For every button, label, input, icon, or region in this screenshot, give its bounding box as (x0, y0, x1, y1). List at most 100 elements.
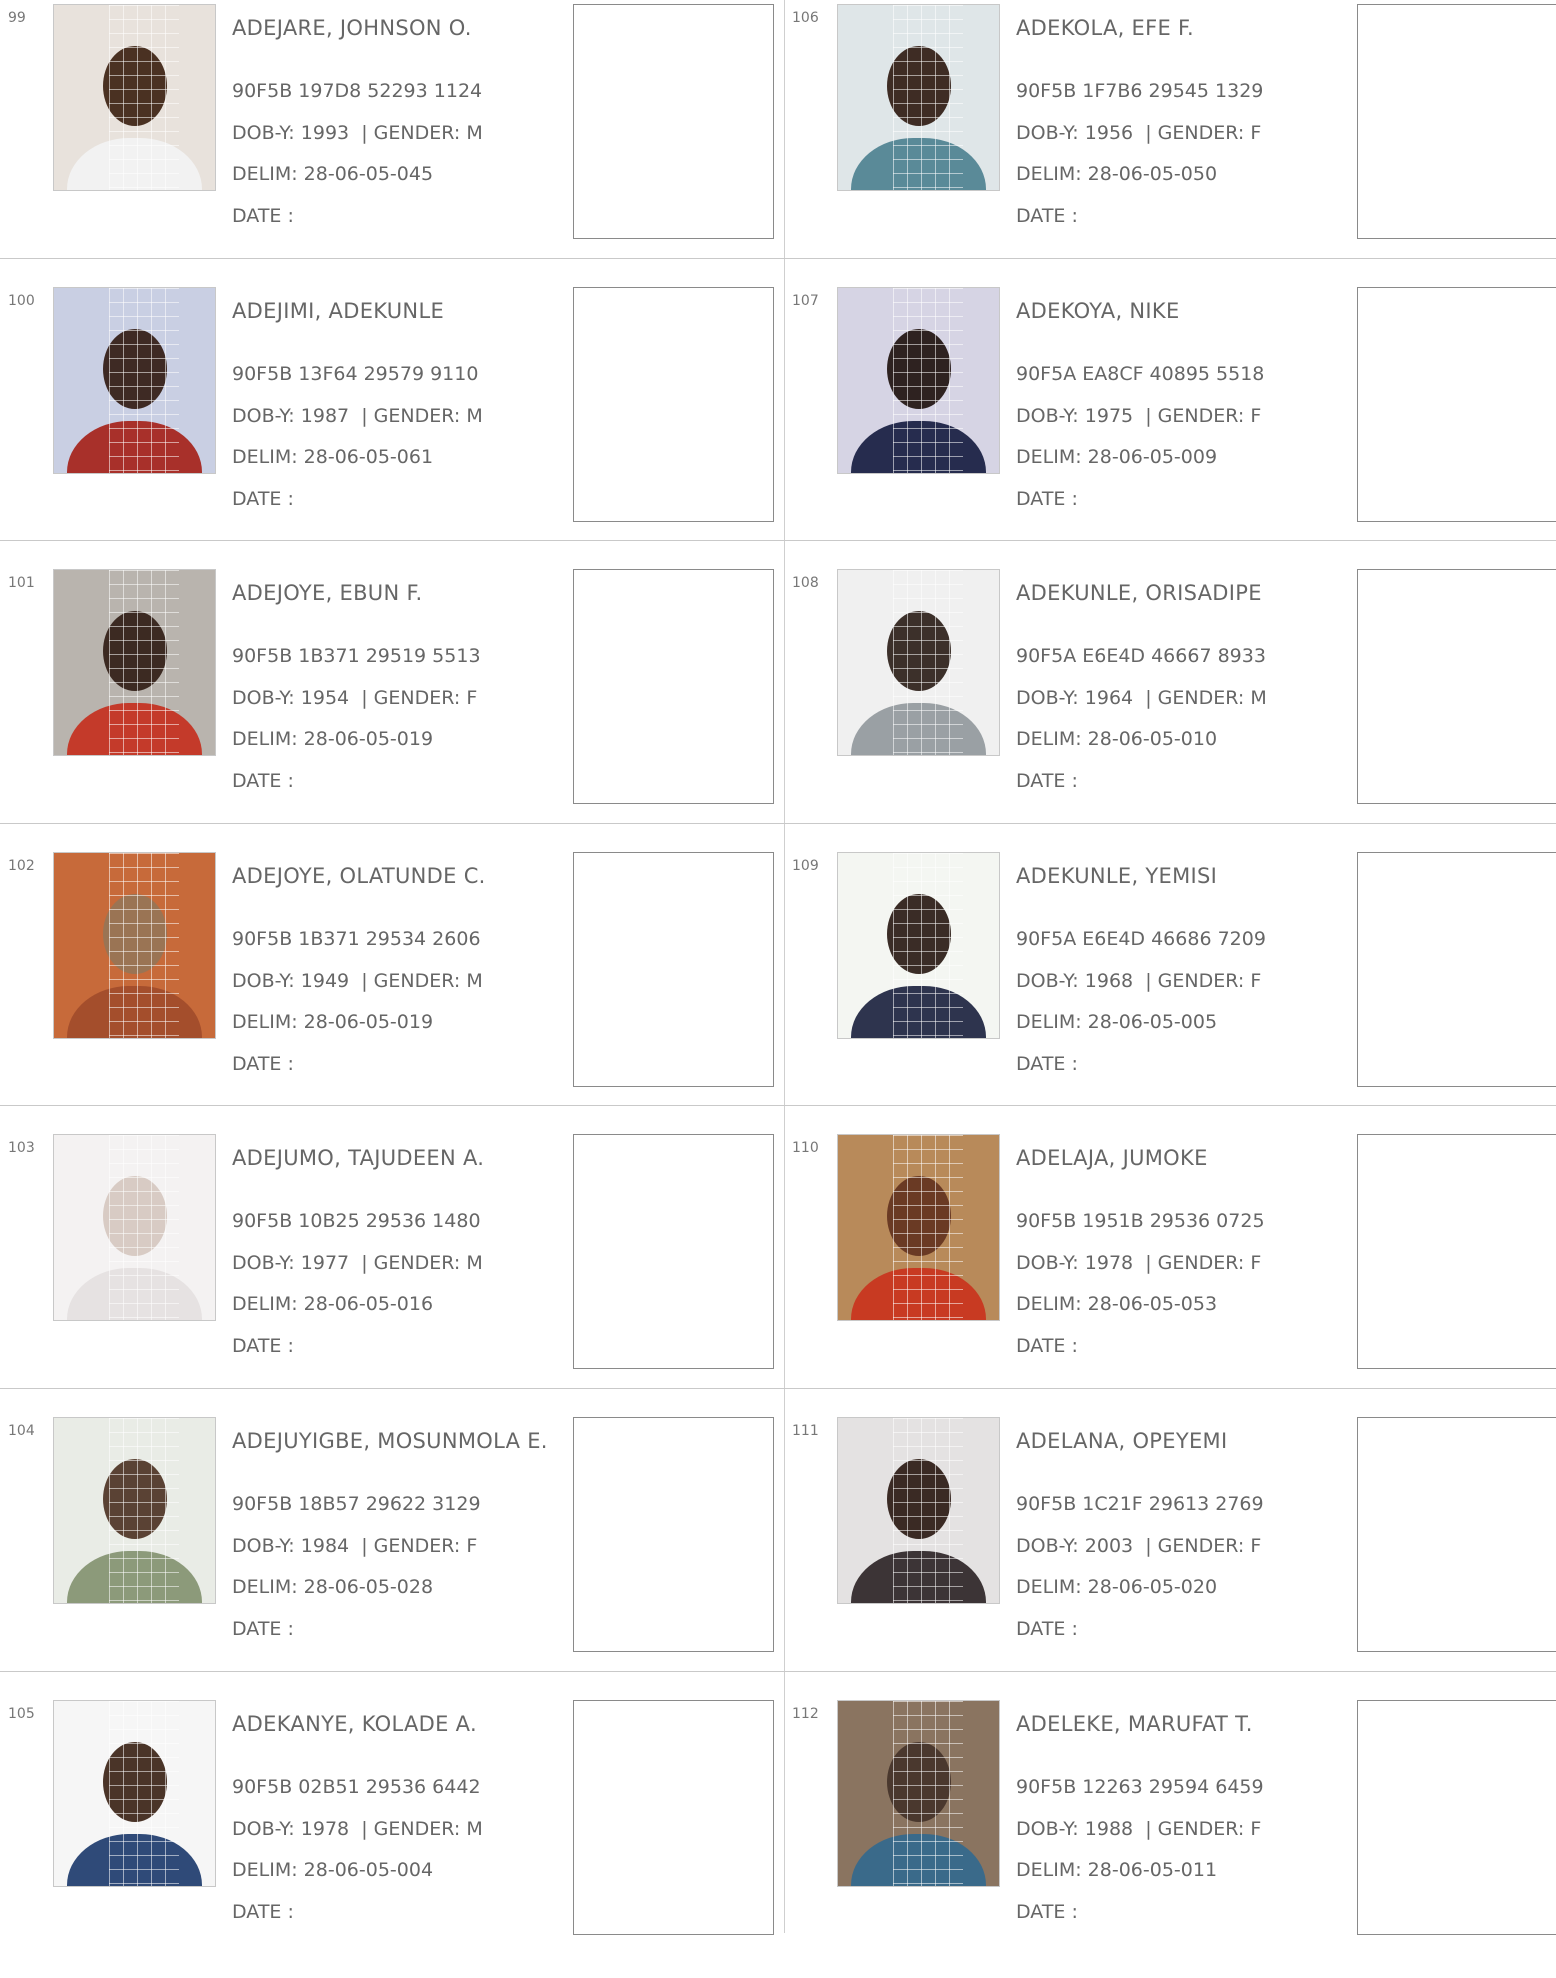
photo-grid-overlay (893, 570, 963, 755)
date-label: DATE : (1016, 1618, 1078, 1640)
dob-label: DOB-Y: (232, 405, 295, 427)
delim-label: DELIM: (1016, 728, 1082, 750)
voter-name: ADEKOLA, EFE F. (1016, 16, 1195, 40)
voter-entry: 107 ADEKOYA, NIKE 90F5A EA8CF 40895 5518 DO… (784, 283, 1556, 565)
voter-vin: 90F5B 12263 29594 6459 (1016, 1776, 1264, 1798)
delim-label: DELIM: (232, 1293, 298, 1315)
dob-year: 1988 (1084, 1818, 1134, 1840)
voter-name: ADELEKE, MARUFAT T. (1016, 1712, 1253, 1736)
delim-label: DELIM: (232, 163, 298, 185)
date-label: DATE : (1016, 770, 1078, 792)
dob-label: DOB-Y: (1016, 122, 1079, 144)
voter-vin: 90F5B 18B57 29622 3129 (232, 1493, 481, 1515)
voter-photo (837, 1700, 1000, 1887)
delim-label: DELIM: (232, 728, 298, 750)
voter-entry: 102 ADEJOYE, OLATUNDE C. 90F5B 1B371 29534… (0, 848, 778, 1130)
dob-gender-line: DOB-Y: 1954 | GENDER: F (232, 687, 477, 709)
voter-name: ADEJOYE, OLATUNDE C. (232, 864, 486, 888)
gender-value: M (466, 1252, 483, 1274)
date-label: DATE : (232, 770, 294, 792)
voter-entry: 108 ADEKUNLE, ORISADIPE 90F5A E6E4D 46667 … (784, 565, 1556, 847)
delim-line: DELIM: 28-06-05-010 (1016, 728, 1217, 750)
gender-value: F (466, 687, 478, 709)
entry-number: 108 (792, 575, 819, 591)
delim-label: DELIM: (1016, 446, 1082, 468)
date-label: DATE : (232, 1901, 294, 1923)
gender-value: M (466, 122, 483, 144)
gender-value: F (1250, 122, 1262, 144)
signature-box (573, 852, 774, 1087)
gender-label: | GENDER: (361, 122, 461, 144)
delim-line: DELIM: 28-06-05-050 (1016, 163, 1217, 185)
voter-photo (837, 852, 1000, 1039)
dob-year: 1978 (1084, 1252, 1134, 1274)
delim-value: 28-06-05-005 (1087, 1011, 1218, 1033)
voter-name: ADEKUNLE, YEMISI (1016, 864, 1218, 888)
delim-value: 28-06-05-004 (303, 1859, 434, 1881)
date-line: DATE : (1016, 1053, 1078, 1075)
entry-number: 100 (8, 293, 35, 309)
signature-box (1357, 1134, 1556, 1369)
delim-line: DELIM: 28-06-05-028 (232, 1576, 433, 1598)
date-label: DATE : (232, 1335, 294, 1357)
date-line: DATE : (1016, 488, 1078, 510)
gender-value: F (1250, 970, 1262, 992)
signature-box (573, 1417, 774, 1652)
voter-photo (53, 1700, 216, 1887)
gender-value: M (466, 970, 483, 992)
delim-value: 28-06-05-053 (1087, 1293, 1218, 1315)
delim-value: 28-06-05-028 (303, 1576, 434, 1598)
voter-vin: 90F5B 1B371 29519 5513 (232, 645, 481, 667)
entry-number: 112 (792, 1706, 819, 1722)
date-line: DATE : (232, 1618, 294, 1640)
delim-value: 28-06-05-050 (1087, 163, 1218, 185)
dob-gender-line: DOB-Y: 2003 | GENDER: F (1016, 1535, 1261, 1557)
date-line: DATE : (232, 488, 294, 510)
date-line: DATE : (1016, 1335, 1078, 1357)
delim-value: 28-06-05-019 (303, 1011, 434, 1033)
gender-value: F (466, 1535, 478, 1557)
signature-box (1357, 287, 1556, 522)
delim-label: DELIM: (1016, 1859, 1082, 1881)
voter-entry: 99 ADEJARE, JOHNSON O. 90F5B 197D8 52293 1… (0, 0, 778, 282)
gender-label: | GENDER: (361, 405, 461, 427)
signature-box (573, 1700, 774, 1935)
photo-grid-overlay (109, 1135, 179, 1320)
dob-label: DOB-Y: (232, 687, 295, 709)
entry-number: 99 (8, 10, 26, 26)
delim-line: DELIM: 28-06-05-019 (232, 1011, 433, 1033)
delim-line: DELIM: 28-06-05-045 (232, 163, 433, 185)
row-divider (0, 1388, 1556, 1389)
signature-box (573, 1134, 774, 1369)
voter-name: ADELAJA, JUMOKE (1016, 1146, 1208, 1170)
date-line: DATE : (232, 770, 294, 792)
delim-value: 28-06-05-045 (303, 163, 434, 185)
row-divider (0, 1105, 1556, 1106)
entry-number: 105 (8, 1706, 35, 1722)
date-label: DATE : (232, 1618, 294, 1640)
signature-box (1357, 1417, 1556, 1652)
entry-number: 111 (792, 1423, 819, 1439)
row-divider (0, 823, 1556, 824)
entry-number: 101 (8, 575, 35, 591)
dob-gender-line: DOB-Y: 1956 | GENDER: F (1016, 122, 1261, 144)
gender-label: | GENDER: (361, 687, 461, 709)
delim-label: DELIM: (1016, 1011, 1082, 1033)
dob-label: DOB-Y: (1016, 970, 1079, 992)
photo-grid-overlay (893, 1701, 963, 1886)
voter-name: ADEJUMO, TAJUDEEN A. (232, 1146, 485, 1170)
gender-label: | GENDER: (361, 1535, 461, 1557)
dob-year: 1977 (300, 1252, 350, 1274)
delim-label: DELIM: (232, 1576, 298, 1598)
date-label: DATE : (1016, 1901, 1078, 1923)
voter-entry: 112 ADELEKE, MARUFAT T. 90F5B 12263 29594 … (784, 1696, 1556, 1978)
voter-name: ADEKUNLE, ORISADIPE (1016, 581, 1262, 605)
signature-box (1357, 852, 1556, 1087)
delim-label: DELIM: (232, 1011, 298, 1033)
date-line: DATE : (232, 1901, 294, 1923)
voter-entry: 100 ADEJIMI, ADEKUNLE 90F5B 13F64 29579 91… (0, 283, 778, 565)
signature-box (573, 287, 774, 522)
gender-value: M (1250, 687, 1267, 709)
dob-gender-line: DOB-Y: 1993 | GENDER: M (232, 122, 483, 144)
row-divider (0, 258, 1556, 259)
